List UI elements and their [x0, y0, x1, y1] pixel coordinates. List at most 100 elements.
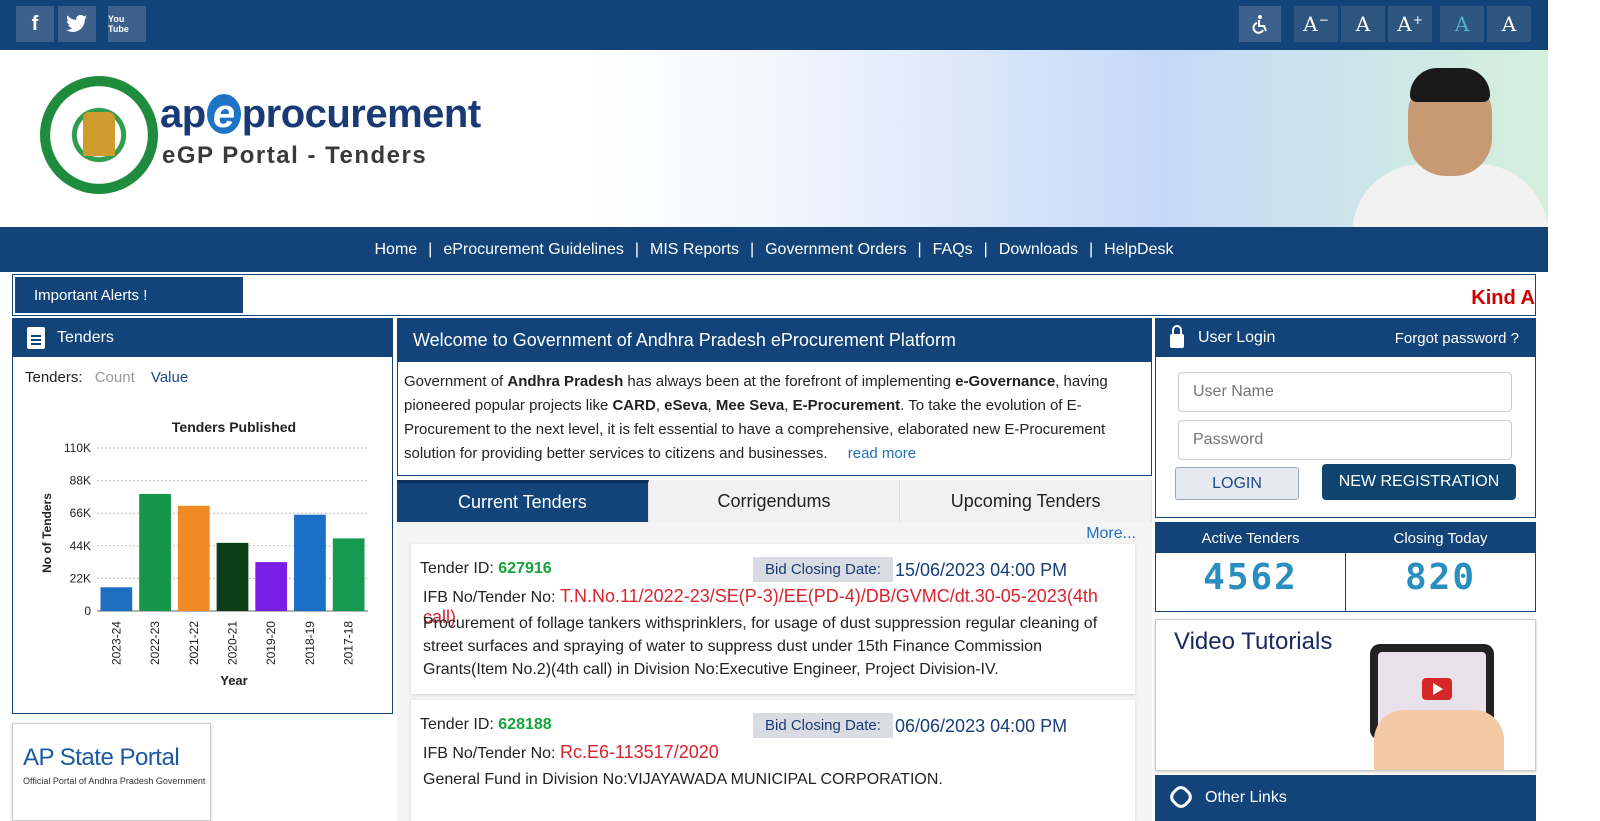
tender-tabs: Current Tenders Corrigendums Upcoming Te…	[397, 480, 1153, 522]
read-more-link[interactable]: read more	[848, 445, 916, 462]
closing-today-count: 820	[1404, 557, 1477, 598]
ifb-label: IFB No/Tender No:	[423, 745, 556, 762]
wheelchair-icon	[1252, 15, 1267, 34]
y-tick-label: 88K	[70, 474, 91, 488]
tab-current-tenders[interactable]: Current Tenders	[397, 480, 649, 522]
play-icon	[1422, 678, 1452, 700]
tender-id: 628188	[498, 716, 552, 733]
welcome-panel: Welcome to Government of Andhra Pradesh …	[397, 318, 1152, 476]
video-tutorials-link[interactable]: Video Tutorials	[1155, 619, 1536, 771]
chart-bar	[216, 542, 249, 611]
ifb-number: Rc.E6-113517/2020	[559, 742, 719, 762]
bid-closing-date: 06/06/2023 04:00 PM	[895, 716, 1068, 736]
other-links-header[interactable]: Other Links	[1155, 775, 1536, 821]
password-input[interactable]	[1178, 420, 1512, 460]
x-tick-label: 2017-18	[342, 621, 356, 665]
x-tick-label: 2018-19	[303, 621, 317, 665]
login-title: User Login	[1198, 329, 1276, 346]
alerts-marquee-text[interactable]: Kind A	[1471, 287, 1535, 310]
header-banner: ap e procurement eGP Portal - Tenders	[0, 50, 1548, 227]
nav-government-orders[interactable]: Government Orders	[765, 241, 906, 259]
tender-card[interactable]: Tender ID: 627916 Bid Closing Date: 15/0…	[411, 544, 1135, 694]
y-tick-label: 66K	[70, 506, 91, 520]
active-tenders-stat[interactable]: Active Tenders 4562	[1156, 523, 1346, 611]
welcome-text: Government of Andhra Pradesh has always …	[404, 373, 1108, 462]
y-tick-label: 110K	[64, 441, 91, 455]
login-button[interactable]: LOGIN	[1175, 467, 1299, 500]
alerts-label: Important Alerts !	[15, 277, 243, 313]
page-scrollbar[interactable]	[1548, 0, 1600, 821]
top-bar: f You Tube A − A A + A A	[0, 0, 1548, 50]
username-input[interactable]	[1178, 372, 1512, 412]
youtube-icon[interactable]: You Tube	[108, 6, 146, 42]
closing-today-stat[interactable]: Closing Today 820	[1346, 523, 1535, 611]
video-tutorials-title: Video Tutorials	[1174, 628, 1333, 655]
main-nav: Home | eProcurement Guidelines | MIS Repor…	[0, 227, 1548, 272]
tab-upcoming-tenders[interactable]: Upcoming Tenders	[900, 480, 1153, 522]
nav-faqs[interactable]: FAQs	[933, 241, 973, 259]
hands-illustration	[1374, 710, 1504, 770]
tenders-toggle-label: Tenders:	[25, 369, 83, 386]
nav-helpdesk[interactable]: HelpDesk	[1104, 241, 1173, 259]
user-login-panel: User Login Forgot password ? LOGIN NEW R…	[1155, 318, 1536, 518]
ifb-label: IFB No/Tender No:	[423, 589, 556, 606]
tenders-panel-header: Tenders	[13, 319, 392, 357]
ap-portal-title: AP State Portal	[23, 744, 180, 771]
tender-list: More... Tender ID: 627916 Bid Closing Da…	[397, 522, 1152, 821]
more-tenders-link[interactable]: More...	[1086, 525, 1136, 543]
chart-bar	[139, 493, 171, 611]
ap-portal-subtitle: Official Portal of Andhra Pradesh Govern…	[23, 776, 206, 786]
y-axis-label: No of Tenders	[40, 493, 54, 573]
twitter-bird-icon	[66, 15, 87, 32]
bid-closing-label: Bid Closing Date:	[753, 713, 893, 738]
chart-bar	[294, 514, 326, 611]
tenders-panel: Tenders Tenders: Count Value Tenders Pub…	[12, 318, 393, 714]
y-tick-label: 0	[84, 604, 91, 618]
other-links-title: Other Links	[1205, 789, 1287, 806]
tender-stats: Active Tenders 4562 Closing Today 820	[1155, 522, 1536, 612]
tender-id: 627916	[498, 560, 552, 577]
x-tick-label: 2019-20	[264, 621, 278, 665]
ap-government-emblem[interactable]	[40, 76, 158, 194]
accessibility-icon[interactable]	[1239, 6, 1281, 42]
tender-description: General Fund in Division No:VIJAYAWADA M…	[423, 771, 943, 788]
bid-closing-label: Bid Closing Date:	[753, 557, 893, 582]
tender-id-label: Tender ID:	[420, 716, 494, 733]
x-axis-label: Year	[220, 673, 247, 688]
chart-bar	[332, 538, 365, 611]
tab-corrigendums[interactable]: Corrigendums	[648, 480, 901, 522]
link-icon	[1166, 782, 1196, 812]
facebook-icon[interactable]: f	[16, 6, 54, 42]
tenders-panel-title: Tenders	[57, 329, 114, 346]
theme-default-button[interactable]: A	[1487, 6, 1531, 42]
active-tenders-label: Active Tenders	[1156, 523, 1345, 553]
nav-eprocurement-guidelines[interactable]: eProcurement Guidelines	[443, 241, 624, 259]
bid-closing-date: 15/06/2023 04:00 PM	[895, 560, 1068, 580]
theme-color-button[interactable]: A	[1440, 6, 1484, 42]
font-normal-button[interactable]: A	[1341, 6, 1385, 42]
x-tick-label: 2020-21	[226, 621, 240, 665]
forgot-password-link[interactable]: Forgot password ?	[1395, 330, 1519, 347]
chart-bar	[100, 587, 133, 611]
tender-card[interactable]: Tender ID: 628188 Bid Closing Date: 06/0…	[411, 700, 1135, 821]
site-logo[interactable]: ap e procurement	[160, 92, 481, 137]
tenders-toggle: Tenders: Count Value	[25, 369, 188, 386]
twitter-icon[interactable]	[58, 6, 96, 42]
new-registration-button[interactable]: NEW REGISTRATION	[1322, 464, 1516, 500]
font-increase-button[interactable]: A +	[1388, 6, 1432, 42]
site-subtitle: eGP Portal - Tenders	[162, 142, 428, 169]
y-tick-label: 22K	[70, 571, 91, 585]
tender-id-label: Tender ID:	[420, 560, 494, 577]
tenders-published-chart: Tenders Published 0 22K 44K 66K 88K 110K 2023-2…	[40, 419, 368, 688]
login-header: User Login Forgot password ?	[1156, 319, 1535, 357]
nav-mis-reports[interactable]: MIS Reports	[650, 241, 739, 259]
x-tick-label: 2021-22	[187, 621, 201, 665]
ap-state-portal-link[interactable]: AP State Portal Official Portal of Andhr…	[12, 723, 211, 821]
toggle-count[interactable]: Count	[95, 369, 135, 386]
nav-home[interactable]: Home	[374, 241, 417, 259]
active-tenders-count: 4562	[1203, 557, 1298, 598]
chief-minister-photo	[1352, 68, 1548, 227]
font-decrease-button[interactable]: A −	[1294, 6, 1338, 42]
toggle-value[interactable]: Value	[151, 369, 188, 386]
nav-downloads[interactable]: Downloads	[999, 241, 1078, 259]
